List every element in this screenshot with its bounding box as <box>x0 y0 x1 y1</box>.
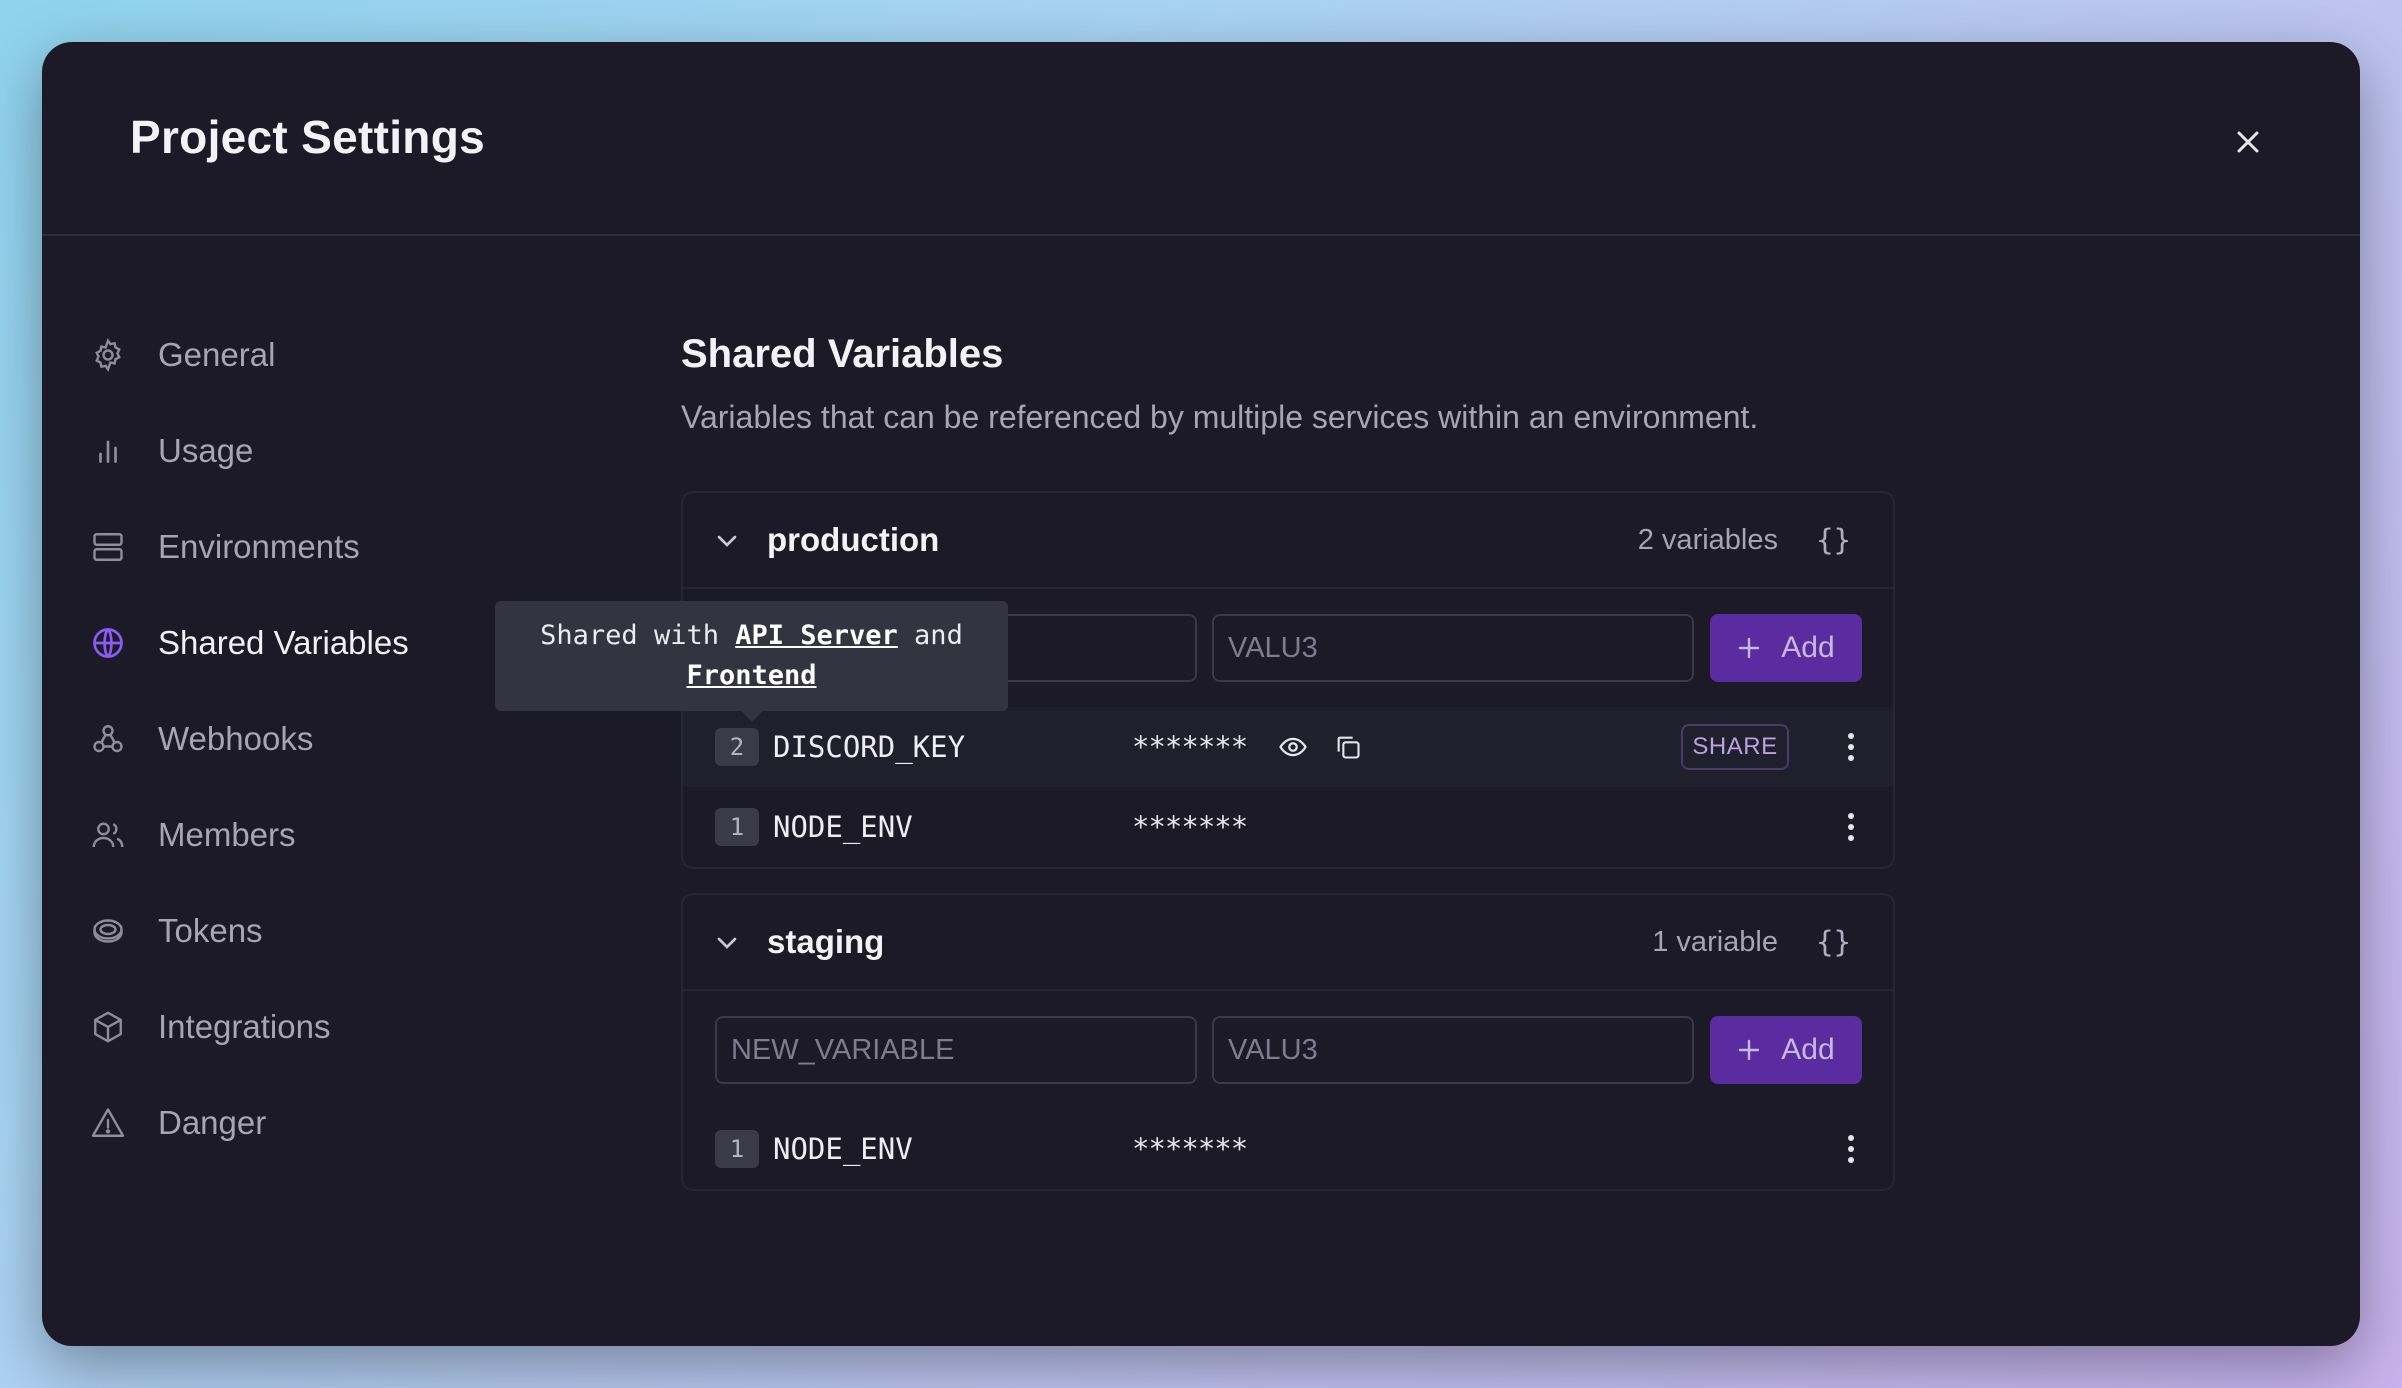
raw-editor-braces[interactable]: {} <box>1816 925 1851 959</box>
plus-icon <box>1739 637 1760 659</box>
new-variable-row: Add <box>683 991 1893 1109</box>
cube-icon <box>88 1007 128 1047</box>
bar-chart-icon <box>88 431 128 471</box>
share-count-badge[interactable]: 2 <box>715 728 759 766</box>
sidebar-item-general[interactable]: General <box>88 307 608 403</box>
add-label: Add <box>1781 631 1835 664</box>
sidebar-item-integrations[interactable]: Integrations <box>88 979 608 1075</box>
modal-title: Project Settings <box>130 111 485 163</box>
sidebar-item-members[interactable]: Members <box>88 787 608 883</box>
tooltip-middle: and <box>897 620 963 651</box>
variable-row[interactable]: 2 DISCORD_KEY ******* SHARE <box>683 707 1893 787</box>
close-button[interactable] <box>2220 114 2276 170</box>
gear-icon <box>88 335 128 375</box>
variable-count: 2 variables <box>1637 523 1778 556</box>
main-content: Shared Variables Variables that can be r… <box>681 290 1901 436</box>
modal-header: Project Settings <box>42 42 2360 236</box>
new-variable-value-input[interactable] <box>1212 614 1694 682</box>
sidebar-item-label: Shared Variables <box>158 624 409 661</box>
chevron-down-icon[interactable] <box>711 927 743 959</box>
new-variable-name-input[interactable] <box>715 1016 1197 1084</box>
sidebar-item-label: Tokens <box>158 912 263 949</box>
sidebar-item-label: Danger <box>158 1104 267 1141</box>
add-variable-button[interactable]: Add <box>1710 1016 1862 1084</box>
new-variable-value-input[interactable] <box>1212 1016 1694 1084</box>
sidebar-item-danger[interactable]: Danger <box>88 1075 608 1171</box>
variable-name: NODE_ENV <box>773 1132 913 1166</box>
kebab-menu-icon[interactable] <box>1833 1126 1869 1172</box>
add-label: Add <box>1781 1033 1835 1066</box>
sidebar-item-label: Usage <box>158 432 254 469</box>
env-header: production 2 variables {} <box>683 493 1893 589</box>
variable-name: DISCORD_KEY <box>773 730 966 764</box>
coin-icon <box>88 911 128 951</box>
variable-row[interactable]: 1 NODE_ENV ******* <box>683 1109 1893 1189</box>
sidebar-item-label: Webhooks <box>158 720 314 757</box>
tooltip-arrow <box>740 710 764 722</box>
variable-value: ******* <box>1132 730 1248 764</box>
variable-value: ******* <box>1132 810 1248 844</box>
chevron-down-icon[interactable] <box>711 525 743 557</box>
tooltip-prefix: Shared with <box>540 620 736 651</box>
shared-with-tooltip: Shared with API Server and Frontend <box>495 601 1008 711</box>
variable-name: NODE_ENV <box>773 810 913 844</box>
variable-row[interactable]: 1 NODE_ENV ******* <box>683 787 1893 867</box>
eye-icon[interactable] <box>1273 727 1313 767</box>
sidebar-item-usage[interactable]: Usage <box>88 403 608 499</box>
warning-icon <box>88 1103 128 1143</box>
section-description: Variables that can be referenced by mult… <box>681 399 1759 435</box>
copy-icon[interactable] <box>1328 727 1368 767</box>
sidebar-item-label: General <box>158 336 276 373</box>
server-icon <box>88 527 128 567</box>
tooltip-service-link[interactable]: Frontend <box>686 660 816 691</box>
close-icon <box>2237 131 2259 153</box>
section-title: Shared Variables <box>681 332 1004 376</box>
share-count-badge[interactable]: 1 <box>715 1130 759 1168</box>
tooltip-service-link[interactable]: API Server <box>735 620 898 651</box>
variable-value: ******* <box>1132 1132 1248 1166</box>
env-card-staging: staging 1 variable {} Add 1 NODE_ENV ***… <box>681 893 1895 1191</box>
sidebar-item-label: Members <box>158 816 296 853</box>
share-button[interactable]: SHARE <box>1681 724 1789 770</box>
variable-count: 1 variable <box>1652 925 1778 958</box>
env-name: production <box>767 521 940 558</box>
plus-icon <box>1739 1039 1760 1061</box>
share-count-badge[interactable]: 1 <box>715 808 759 846</box>
raw-editor-braces[interactable]: {} <box>1816 523 1851 557</box>
kebab-menu-icon[interactable] <box>1833 804 1869 850</box>
users-icon <box>88 815 128 855</box>
webhook-icon <box>88 719 128 759</box>
sidebar-item-environments[interactable]: Environments <box>88 499 608 595</box>
globe-icon <box>88 623 128 663</box>
sidebar-nav: General Usage Environments Shared Variab… <box>88 307 608 1171</box>
sidebar-item-tokens[interactable]: Tokens <box>88 883 608 979</box>
env-name: staging <box>767 923 885 960</box>
sidebar-item-label: Environments <box>158 528 360 565</box>
add-variable-button[interactable]: Add <box>1710 614 1862 682</box>
env-header: staging 1 variable {} <box>683 895 1893 991</box>
sidebar-item-label: Integrations <box>158 1008 331 1045</box>
kebab-menu-icon[interactable] <box>1833 724 1869 770</box>
